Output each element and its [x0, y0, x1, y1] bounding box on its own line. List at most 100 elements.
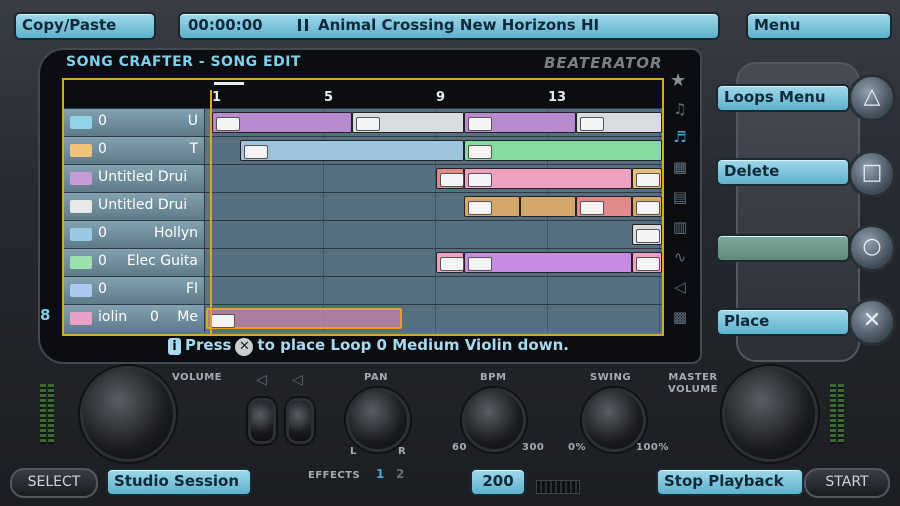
- drum-icon: [440, 173, 464, 187]
- lane-label[interactable]: iolin 0 Me: [64, 305, 205, 332]
- lane-label[interactable]: Untitled Drui: [64, 165, 205, 192]
- keyboard-icon: [244, 145, 268, 159]
- ruler-mark: 9: [436, 90, 446, 105]
- speaker-grille: [536, 480, 580, 494]
- master-volume-knob[interactable]: [722, 366, 818, 462]
- lane-number: 0: [150, 309, 159, 325]
- hint-press: Press: [185, 336, 232, 354]
- volume-meter: [48, 384, 54, 444]
- keyboard-icon: [70, 228, 92, 241]
- lane-label[interactable]: 0 U: [64, 109, 205, 136]
- lane-track[interactable]: [212, 165, 662, 192]
- lane-track[interactable]: [212, 137, 662, 164]
- lane-track[interactable]: [212, 249, 662, 276]
- loop-clip[interactable]: [212, 112, 352, 133]
- loop-clip[interactable]: [632, 224, 662, 245]
- lane-track[interactable]: [206, 305, 662, 332]
- pan-knob[interactable]: [346, 388, 410, 452]
- wave-icon[interactable]: ∿: [668, 248, 692, 270]
- loop-clip[interactable]: [436, 252, 464, 273]
- effects-slot-1[interactable]: 1: [376, 467, 384, 481]
- effects-slot-2[interactable]: 2: [396, 467, 404, 481]
- song-grid[interactable]: 1 5 9 13 0 U 0 T Untitled Drui Untitled …: [62, 78, 664, 336]
- lane-row[interactable]: 0 Elec Guita: [64, 248, 662, 277]
- timeline-ruler[interactable]: 1 5 9 13: [64, 80, 662, 108]
- lane-track[interactable]: [212, 277, 662, 304]
- lane-row[interactable]: Untitled Drui: [64, 164, 662, 193]
- lane-label[interactable]: 0 Fl: [64, 277, 205, 304]
- music-note-icon[interactable]: ♬: [668, 128, 692, 150]
- effect-toggle-2[interactable]: [286, 398, 314, 444]
- keyboard-icon[interactable]: ▥: [668, 218, 692, 240]
- lane-label[interactable]: 0 T: [64, 137, 205, 164]
- cross-button-icon[interactable]: ✕: [848, 298, 896, 346]
- triangle-button-icon[interactable]: △: [848, 74, 896, 122]
- info-icon: i: [168, 338, 181, 355]
- place-button[interactable]: Place: [716, 308, 850, 336]
- keyboard-icon: [70, 116, 92, 129]
- menu-button[interactable]: Menu: [746, 12, 892, 40]
- loops-icon[interactable]: ▤: [668, 188, 692, 210]
- circle-button-icon[interactable]: ○: [848, 224, 896, 272]
- loop-clip[interactable]: [576, 112, 662, 133]
- speaker-icon[interactable]: ◁: [668, 278, 692, 300]
- volume-knob[interactable]: [80, 366, 176, 462]
- drum-icon: [468, 173, 492, 187]
- mute-icon: ◁: [256, 372, 267, 388]
- lane-label[interactable]: Untitled Drui: [64, 193, 205, 220]
- lane-number: 0: [98, 113, 107, 129]
- playhead-cursor: [210, 90, 212, 334]
- effect-toggle-1[interactable]: [248, 398, 276, 444]
- loop-clip[interactable]: [240, 140, 464, 161]
- loop-clip[interactable]: [464, 140, 662, 161]
- bpm-knob[interactable]: [462, 388, 526, 452]
- keyboard-icon: [70, 144, 92, 157]
- drum-icon[interactable]: ▦: [668, 158, 692, 180]
- lane-row[interactable]: iolin 0 Me: [64, 304, 662, 333]
- lane-row[interactable]: 0 Fl: [64, 276, 662, 305]
- loop-clip[interactable]: [436, 168, 464, 189]
- loop-clip[interactable]: [352, 112, 464, 133]
- lane-row[interactable]: Untitled Drui: [64, 192, 662, 221]
- copy-paste-button[interactable]: Copy/Paste: [14, 12, 156, 40]
- screen-title: SONG CRAFTER - SONG EDIT: [66, 54, 301, 70]
- loop-clip[interactable]: [464, 168, 632, 189]
- swing-label: SWING: [590, 372, 632, 383]
- lane-name: Fl: [186, 281, 198, 297]
- lane-track[interactable]: [212, 221, 662, 248]
- loop-clip-placing[interactable]: [206, 308, 402, 329]
- loop-clip[interactable]: [576, 196, 632, 217]
- lane-row[interactable]: 0 U: [64, 108, 662, 137]
- loop-clip[interactable]: [464, 196, 520, 217]
- swing-min-label: 0%: [568, 442, 586, 453]
- playhead-marker: [214, 82, 244, 85]
- loop-clip[interactable]: [632, 252, 662, 273]
- grid-icon[interactable]: ▩: [668, 308, 692, 330]
- ruler-mark: 5: [324, 90, 334, 105]
- keyboard-icon: [468, 145, 492, 159]
- start-button[interactable]: START: [804, 468, 890, 498]
- lane-row[interactable]: 0 Hollyn: [64, 220, 662, 249]
- loop-clip[interactable]: [520, 196, 576, 217]
- lane-track[interactable]: [212, 193, 662, 220]
- lane-label[interactable]: 0 Elec Guita: [64, 249, 205, 276]
- pause-icon: [298, 19, 308, 31]
- loop-clip[interactable]: [464, 112, 576, 133]
- loop-clip[interactable]: [632, 168, 662, 189]
- loop-clip[interactable]: [464, 252, 632, 273]
- lane-row[interactable]: 0 T: [64, 136, 662, 165]
- loops-menu-button[interactable]: Loops Menu: [716, 84, 850, 112]
- studio-session-button[interactable]: Studio Session: [106, 468, 252, 496]
- select-button[interactable]: SELECT: [10, 468, 98, 498]
- lane-label[interactable]: 0 Hollyn: [64, 221, 205, 248]
- drum-icon: [636, 173, 660, 187]
- lane-number-badge: 8: [40, 306, 51, 324]
- lane-track[interactable]: [212, 109, 662, 136]
- headphones-icon[interactable]: ♫: [668, 100, 692, 122]
- delete-button[interactable]: Delete: [716, 158, 850, 186]
- keyboard-icon: [70, 312, 92, 325]
- loop-clip[interactable]: [632, 196, 662, 217]
- square-button-icon[interactable]: □: [848, 150, 896, 198]
- stop-playback-button[interactable]: Stop Playback: [656, 468, 804, 496]
- effects-label: EFFECTS: [308, 470, 361, 481]
